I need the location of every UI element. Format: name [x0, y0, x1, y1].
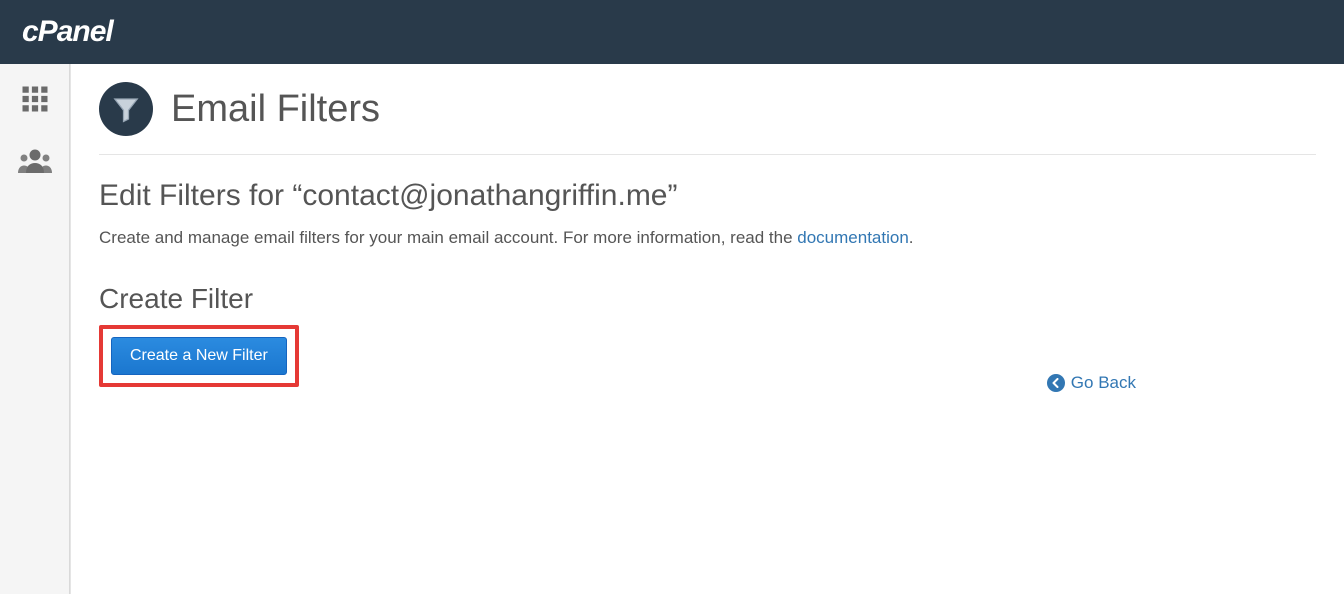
arrow-left-circle-icon	[1047, 374, 1065, 392]
funnel-icon	[99, 82, 153, 136]
users-icon[interactable]	[18, 147, 52, 180]
description-text: Create and manage email filters for your…	[99, 225, 1316, 251]
highlight-annotation: Create a New Filter	[99, 325, 299, 387]
edit-filters-subtitle: Edit Filters for “contact@jonathangriffi…	[99, 179, 1316, 213]
documentation-link[interactable]: documentation	[797, 228, 909, 247]
page-header: Email Filters	[99, 82, 1316, 155]
description-body: Create and manage email filters for your…	[99, 228, 797, 247]
create-new-filter-button[interactable]: Create a New Filter	[111, 337, 287, 375]
sidebar	[0, 64, 70, 594]
content-area: Email Filters Edit Filters for “contact@…	[70, 64, 1344, 594]
subtitle-prefix: Edit Filters for “	[99, 179, 302, 212]
create-filter-title: Create Filter	[99, 283, 1316, 315]
go-back-label: Go Back	[1071, 373, 1136, 393]
svg-text:cPanel: cPanel	[22, 15, 114, 48]
go-back-link[interactable]: Go Back	[1047, 373, 1136, 393]
cpanel-logo[interactable]: cPanel	[22, 15, 162, 49]
subtitle-email: contact@jonathangriffin.me	[302, 179, 667, 212]
subtitle-suffix: ”	[668, 179, 678, 212]
apps-grid-icon[interactable]	[20, 84, 50, 119]
topbar: cPanel	[0, 0, 1344, 64]
page-title: Email Filters	[171, 88, 380, 131]
description-period: .	[909, 228, 914, 247]
main-wrapper: Email Filters Edit Filters for “contact@…	[0, 64, 1344, 594]
